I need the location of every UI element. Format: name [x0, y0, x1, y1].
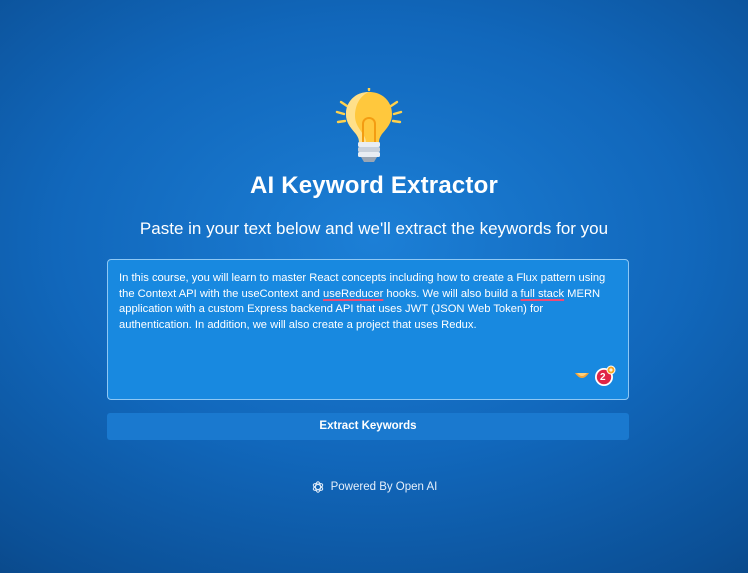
extension-badge-icon[interactable]: 2 — [594, 365, 616, 387]
lightbulb-icon — [335, 88, 403, 162]
powered-by-footer: Powered By Open AI — [0, 480, 748, 494]
grammar-extension-icon[interactable] — [574, 371, 590, 381]
spellcheck-word: useReducer — [323, 287, 384, 300]
extension-badge-count: 2 — [600, 372, 606, 383]
text-input-area[interactable]: In this course, you will learn to master… — [107, 259, 629, 400]
openai-logo-icon — [312, 481, 323, 493]
extract-keywords-button[interactable]: Extract Keywords — [107, 413, 629, 440]
input-text-segment: hooks. We will also build a — [383, 287, 521, 300]
textarea-extension-tools: 2 — [574, 365, 616, 387]
powered-by-text: Powered By Open AI — [330, 481, 438, 493]
spellcheck-word: full stack — [520, 287, 565, 300]
page-subtitle: Paste in your text below and we'll extra… — [139, 219, 609, 238]
page-title: AI Keyword Extractor — [249, 172, 499, 199]
